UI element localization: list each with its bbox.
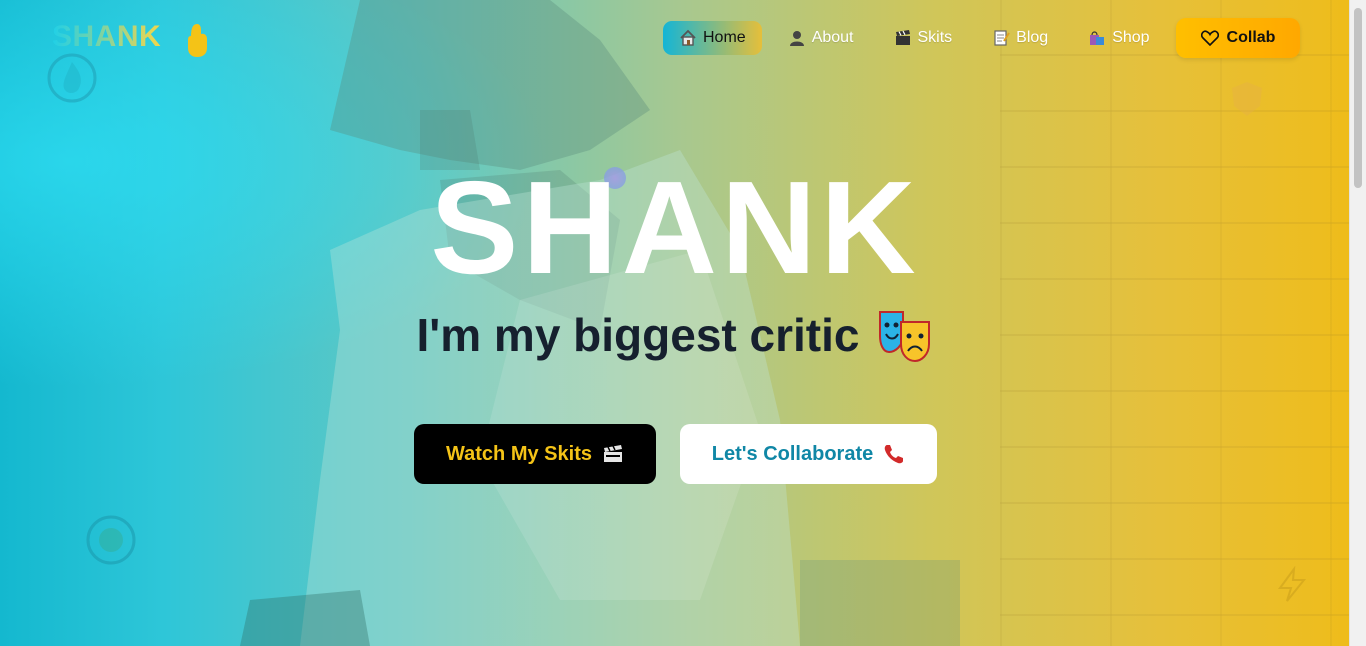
telephone-icon [884, 445, 904, 464]
globe-icon [86, 515, 136, 565]
page: SHANK Home About Skits Blog Shop Collab … [0, 0, 1366, 646]
hand-icon [188, 24, 207, 57]
performing-arts-icon [879, 311, 931, 362]
main-nav: Home About Skits Blog Shop [663, 18, 1190, 58]
lets-collaborate-label: Let's Collaborate [711, 442, 874, 465]
shield-icon [1232, 82, 1262, 116]
nav-label: Skits [917, 29, 953, 46]
scrollbar-thumb[interactable] [1354, 8, 1362, 188]
brand-logo[interactable]: SHANK [52, 20, 161, 54]
hero-tagline: I'm my biggest critic [0, 308, 1350, 362]
nav-label: Home [703, 29, 746, 46]
nav-label: About [811, 29, 854, 46]
heart-icon [1200, 30, 1219, 46]
clapper-icon [603, 445, 622, 462]
watch-skits-label: Watch My Skits [446, 442, 592, 465]
nav-label: Blog [1016, 29, 1049, 46]
vertical-scrollbar[interactable] [1349, 0, 1366, 646]
nav-label: Shop [1112, 29, 1150, 46]
collab-button[interactable]: Collab [1176, 18, 1300, 58]
shopping-bags-icon [1090, 31, 1105, 45]
nav-item-blog[interactable]: Blog [992, 21, 1048, 55]
house-icon [680, 29, 696, 46]
nav-item-skits[interactable]: Skits [894, 21, 953, 55]
tagline-text: I'm my biggest critic [416, 309, 860, 361]
clapper-icon [895, 30, 910, 45]
lets-collaborate-button[interactable]: Let's Collaborate [680, 424, 937, 484]
flame-icon [47, 53, 97, 103]
watch-skits-button[interactable]: Watch My Skits [414, 424, 656, 484]
collab-button-label: Collab [1226, 29, 1276, 46]
nav-item-home[interactable]: Home [663, 21, 762, 55]
memo-icon [994, 30, 1011, 46]
lightning-icon [1278, 566, 1307, 602]
hero-title: SHANK [430, 154, 920, 301]
person-icon [789, 31, 804, 46]
nav-item-shop[interactable]: Shop [1088, 21, 1150, 55]
nav-item-about[interactable]: About [788, 21, 854, 55]
